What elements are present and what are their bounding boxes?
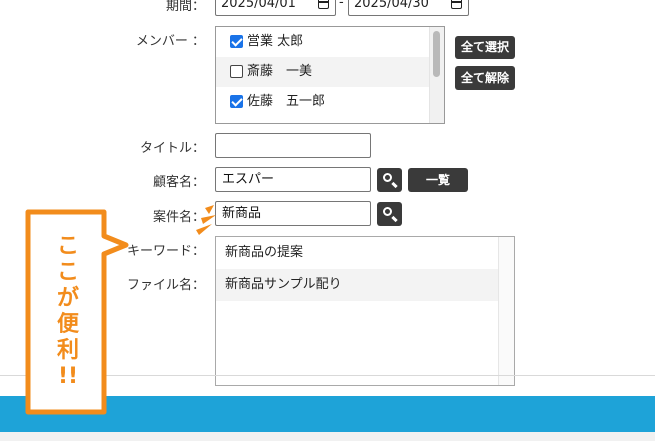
callout-char: が [56,286,79,311]
callout-char: 利 [56,338,79,363]
callout-char: 便 [56,312,79,337]
callout-char: こ [56,260,79,285]
callout-bubble [25,205,216,415]
callout-char: こ [56,234,79,259]
callout-text: こ こ が 便 利 !! [48,234,88,390]
callout-char: !! [57,364,79,389]
